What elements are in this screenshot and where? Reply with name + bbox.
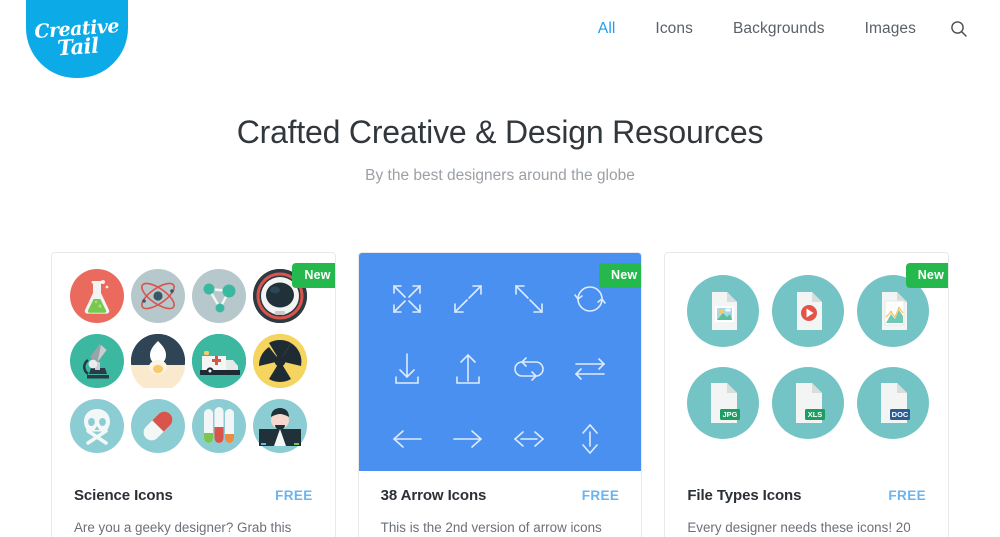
arrow-left-icon[interactable] xyxy=(379,411,435,467)
resource-card-arrows[interactable]: New 38 Arrow Icons FREE This is the 2nd … xyxy=(357,252,643,537)
page-title: Crafted Creative & Design Resources xyxy=(236,114,764,150)
repeat-loop-arrows-icon[interactable] xyxy=(501,341,557,397)
card-title: 38 Arrow Icons xyxy=(380,487,487,504)
page-root: Creative Tail All Icons Backgrounds Imag… xyxy=(0,0,1000,537)
diagonal-arrows-down-right-icon[interactable] xyxy=(501,271,557,327)
skull-icon[interactable] xyxy=(70,399,124,453)
nav-item-all[interactable]: All xyxy=(578,20,636,38)
card-title: Science Icons xyxy=(74,487,173,504)
card-header-file-types: File Types Icons FREE xyxy=(687,487,926,504)
swap-horizontal-arrows-icon[interactable] xyxy=(562,341,618,397)
arrow-left-right-icon[interactable] xyxy=(501,411,557,467)
card-media-arrows[interactable]: New xyxy=(358,253,642,471)
video-file-icon[interactable] xyxy=(772,275,845,347)
card-header-science: Science Icons FREE xyxy=(74,487,313,504)
xls-file-label: XLS xyxy=(808,410,823,419)
card-description: Every designer needs these icons! 20 fil… xyxy=(687,520,911,535)
card-body-science: Science Icons FREE Are you a geeky desig… xyxy=(52,471,335,537)
xls-file-icon[interactable]: XLS xyxy=(772,367,845,439)
upload-arrow-icon[interactable] xyxy=(440,341,496,397)
card-description: Are you a geeky designer? Grab this free… xyxy=(74,520,292,535)
card-title: File Types Icons xyxy=(687,487,802,504)
download-arrow-icon[interactable] xyxy=(379,341,435,397)
card-header-arrows: 38 Arrow Icons FREE xyxy=(381,487,620,504)
science-icon-grid xyxy=(70,269,313,459)
logo-wordmark: Creative Tail xyxy=(33,15,121,60)
jpg-file-icon[interactable]: JPG xyxy=(687,367,760,439)
card-description: This is the 2nd version of arrow icons f… xyxy=(380,520,602,535)
card-price-label[interactable]: FREE xyxy=(888,488,926,503)
doc-file-label: DOC xyxy=(892,410,909,419)
arrow-up-down-icon[interactable] xyxy=(562,411,618,467)
card-body-file-types: File Types Icons FREE Every designer nee… xyxy=(665,471,949,537)
card-price-label[interactable]: FREE xyxy=(275,488,313,503)
test-tubes-icon[interactable] xyxy=(192,399,246,453)
ambulance-icon[interactable] xyxy=(192,334,246,388)
nav-item-icons[interactable]: Icons xyxy=(635,20,713,38)
site-header: Creative Tail All Icons Backgrounds Imag… xyxy=(0,0,1000,78)
scientist-icon[interactable] xyxy=(253,399,307,453)
jpg-file-label: JPG xyxy=(723,410,738,419)
molecule-icon[interactable] xyxy=(192,269,246,323)
flask-icon[interactable] xyxy=(70,269,124,323)
card-body-arrows: 38 Arrow Icons FREE This is the 2nd vers… xyxy=(358,471,642,537)
status-badge: New xyxy=(905,263,949,288)
nav-item-images[interactable]: Images xyxy=(845,20,936,38)
nav-item-backgrounds[interactable]: Backgrounds xyxy=(713,20,845,38)
expand-arrows-icon[interactable] xyxy=(379,271,435,327)
status-badge: New xyxy=(599,263,642,288)
arrow-icon-grid xyxy=(379,271,622,471)
resource-card-science[interactable]: New Science Icons FREE Are you a geeky d… xyxy=(51,252,336,537)
resource-card-grid: New Science Icons FREE Are you a geeky d… xyxy=(51,252,950,537)
hero-section: Crafted Creative & Design Resources By t… xyxy=(0,114,1000,185)
pill-icon[interactable] xyxy=(131,399,185,453)
resource-card-file-types[interactable]: New JPG XLS DOC File Types Icons FREE Ev… xyxy=(664,252,950,537)
microscope-icon[interactable] xyxy=(70,334,124,388)
search-icon[interactable] xyxy=(948,18,970,40)
main-navigation: All Icons Backgrounds Images xyxy=(578,18,970,40)
card-price-label[interactable]: FREE xyxy=(582,488,620,503)
image-file-icon[interactable] xyxy=(687,275,760,347)
card-media-science[interactable]: New xyxy=(52,253,335,471)
status-badge: New xyxy=(292,263,335,288)
explosion-icon[interactable] xyxy=(131,334,185,392)
radioactive-icon[interactable] xyxy=(253,334,307,388)
card-media-file-types[interactable]: New JPG XLS DOC xyxy=(665,253,949,471)
diagonal-arrows-up-right-icon[interactable] xyxy=(440,271,496,327)
page-subtitle: By the best designers around the globe xyxy=(365,167,635,184)
doc-file-icon[interactable]: DOC xyxy=(857,367,930,439)
site-logo[interactable]: Creative Tail xyxy=(26,0,128,78)
arrow-right-icon[interactable] xyxy=(440,411,496,467)
file-type-icon-grid: JPG XLS DOC xyxy=(687,275,942,453)
atom-icon[interactable] xyxy=(131,269,185,323)
